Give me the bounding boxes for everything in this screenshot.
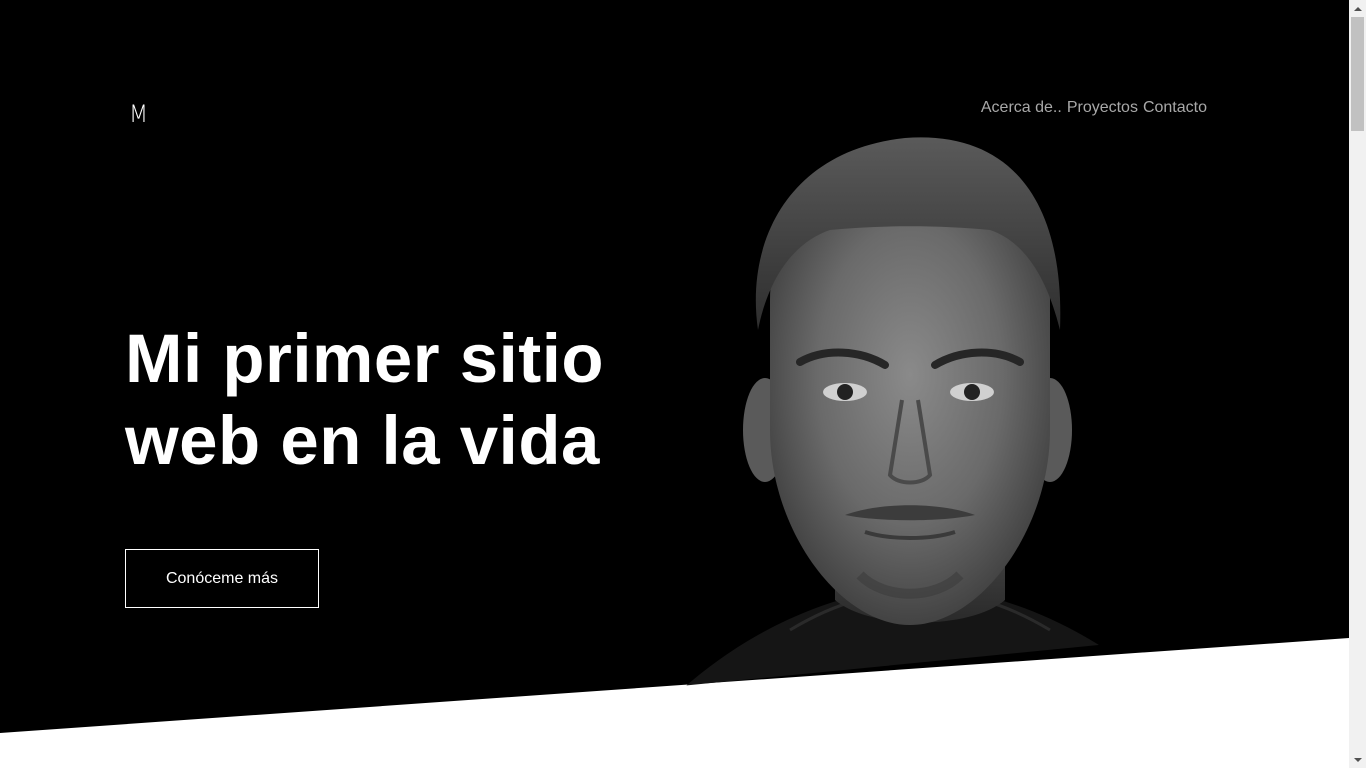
nav-item-projects[interactable]: Proyectos bbox=[1067, 99, 1138, 117]
know-me-more-button[interactable]: Conóceme más bbox=[125, 549, 319, 608]
hero-headline-line-2: web en la vida bbox=[125, 402, 600, 479]
main-nav: Acerca de.. Proyectos Contacto bbox=[981, 99, 1207, 117]
nav-item-about[interactable]: Acerca de.. bbox=[981, 99, 1062, 117]
scroll-up-icon[interactable] bbox=[1349, 0, 1366, 17]
vertical-scrollbar[interactable] bbox=[1349, 0, 1366, 768]
scrollbar-thumb[interactable] bbox=[1351, 17, 1364, 131]
scroll-down-icon[interactable] bbox=[1349, 751, 1366, 768]
portrait-image bbox=[660, 137, 1180, 690]
hero-headline-line-1: Mi primer sitio bbox=[125, 320, 605, 397]
hero-headline: Mi primer sitio web en la vida bbox=[125, 318, 604, 482]
site-logo[interactable]: M bbox=[129, 100, 148, 128]
page-viewport: M Acerca de.. Proyectos Contacto Mi prim… bbox=[0, 0, 1349, 768]
hero-section: M Acerca de.. Proyectos Contacto Mi prim… bbox=[0, 0, 1349, 768]
nav-item-contact[interactable]: Contacto bbox=[1143, 99, 1207, 117]
